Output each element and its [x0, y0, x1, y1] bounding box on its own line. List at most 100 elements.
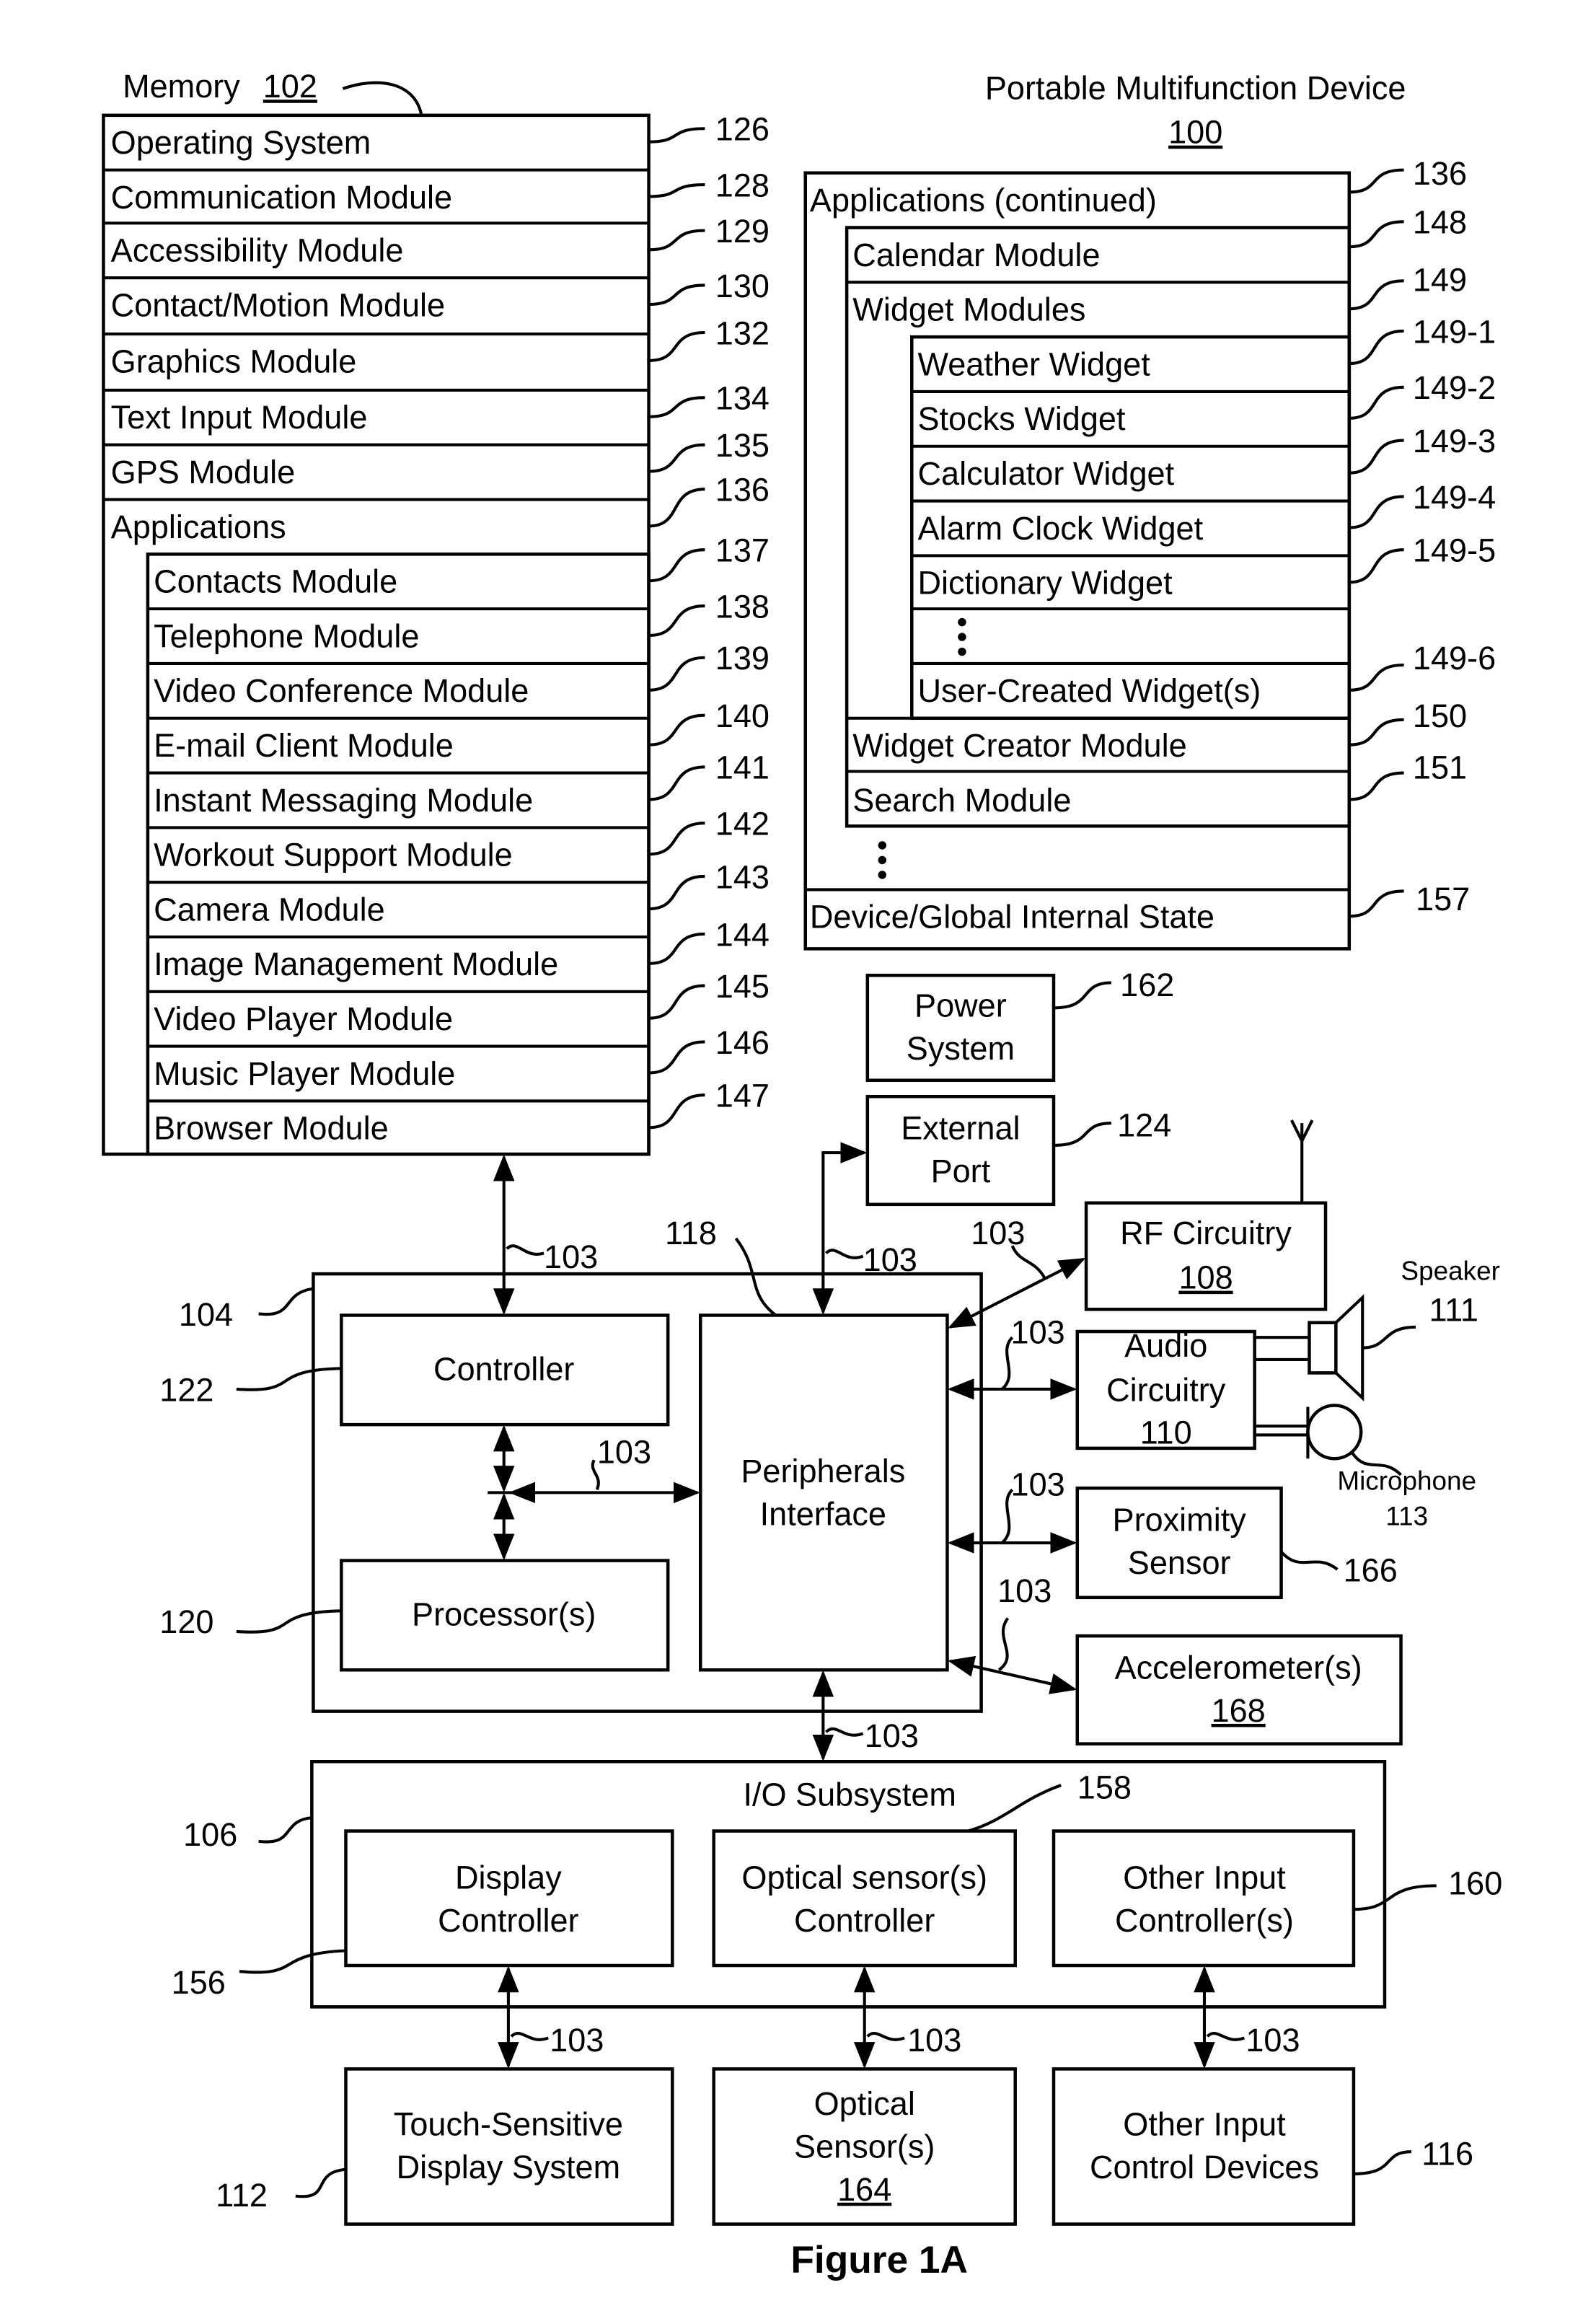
ref-111: 111 — [1429, 1292, 1478, 1329]
app-module-label: Image Management Module — [154, 946, 558, 982]
leader — [648, 713, 705, 747]
widget-creator-label: Widget Creator Module — [852, 727, 1186, 764]
widget-ref: 149-1 — [1413, 313, 1496, 350]
app-module-ref: 142 — [715, 806, 770, 842]
external-port: External Port 124 — [865, 1095, 1171, 1207]
leader — [648, 1040, 705, 1075]
ellipsis-icon — [958, 617, 966, 656]
bus-ref: 103 — [544, 1238, 598, 1275]
internal-state-label: Device/Global Internal State — [810, 899, 1214, 936]
ref-149-6: 149-6 — [1413, 640, 1496, 677]
ref-136b: 136 — [1413, 155, 1467, 192]
user-widget-label: User-Created Widget(s) — [917, 672, 1261, 709]
memory-row-ref: 126 — [715, 111, 770, 148]
proximity-line2: Sensor — [1128, 1544, 1231, 1581]
ref-160: 160 — [1448, 1865, 1502, 1902]
apps-continued-label: Applications (continued) — [810, 182, 1157, 219]
optical-ctrl-line1: Optical sensor(s) — [741, 1859, 987, 1896]
ref-104: 104 — [179, 1296, 233, 1333]
leader-151 — [1349, 771, 1404, 801]
leader — [1349, 385, 1404, 420]
proximity-line1: Proximity — [1113, 1502, 1247, 1538]
memory-row-ref: 128 — [715, 167, 770, 204]
leader-157 — [1349, 889, 1404, 918]
peripherals-line1: Peripherals — [741, 1453, 905, 1489]
other-devices-line2: Control Devices — [1090, 2149, 1319, 2185]
memory-leader — [342, 81, 423, 115]
memory-row-ref: 135 — [715, 427, 770, 464]
app-module-ref: 145 — [715, 968, 770, 1005]
leader — [648, 283, 705, 307]
app-module-label: Workout Support Module — [154, 837, 513, 873]
external-port-line1: External — [901, 1110, 1020, 1147]
leader — [648, 984, 705, 1020]
bus-ref: 103 — [997, 1572, 1051, 1609]
processor-label: Processor(s) — [412, 1596, 596, 1633]
memory-ref: 102 — [263, 68, 317, 105]
power-system: Power System 162 — [865, 967, 1174, 1082]
apps-continued-box — [803, 171, 1352, 951]
leader — [1349, 439, 1404, 475]
app-module-ref: 138 — [715, 588, 770, 625]
leader — [648, 765, 705, 801]
bus-ref: 103 — [1011, 1466, 1065, 1502]
speaker-label: Speaker — [1401, 1256, 1500, 1285]
memory-row-ref: 129 — [715, 213, 770, 250]
display-ctrl-line2: Controller — [438, 1902, 578, 1939]
leader — [648, 604, 705, 638]
bus-squiggle — [506, 1244, 545, 1256]
io-subsystem: I/O Subsystem 106 Display Controller 156… — [172, 1760, 1502, 2009]
widget-ref: 149-4 — [1413, 479, 1496, 516]
display-controller-box — [344, 1829, 674, 1968]
memory-title: Memory — [123, 68, 240, 105]
bus-ref: 103 — [1246, 2022, 1300, 2059]
leader — [648, 396, 705, 418]
accelerometer-num: 168 — [1212, 1692, 1266, 1729]
bus-squiggle — [824, 1249, 864, 1259]
controller-label: Controller — [433, 1351, 574, 1388]
memory-row-label: Accessibility Module — [111, 232, 404, 269]
bus-ref: 103 — [597, 1433, 651, 1470]
device-ref: 100 — [1168, 114, 1222, 151]
app-module-ref: 144 — [715, 916, 770, 953]
microphone-icon — [1254, 1404, 1402, 1476]
audio-num: 110 — [1140, 1414, 1192, 1451]
app-module-label: Video Conference Module — [154, 672, 529, 709]
widget-label: Stocks Widget — [917, 400, 1125, 437]
bus-ref: 103 — [1011, 1313, 1065, 1350]
app-module-ref: 141 — [715, 749, 770, 786]
power-line1: Power — [914, 987, 1007, 1024]
device-title: Portable Multifunction Device — [985, 69, 1406, 106]
ref-118: 118 — [665, 1215, 717, 1251]
bus-ref: 103 — [971, 1215, 1025, 1251]
leader — [1349, 495, 1404, 529]
optical-sensor-line1: Optical — [814, 2085, 915, 2122]
memory-block: Memory 102 Operating System 126 Communicat… — [102, 68, 770, 1156]
app-module-ref: 146 — [715, 1024, 770, 1061]
leader — [648, 1093, 705, 1130]
leader-148 — [1349, 220, 1404, 249]
optical-sensor-line2: Sensor(s) — [794, 2128, 935, 2165]
bus-squiggle — [824, 1727, 864, 1737]
memory-row-label: GPS Module — [111, 454, 295, 490]
block-diagram: Memory 102 Operating System 126 Communicat… — [102, 68, 1502, 2281]
app-module-ref: 140 — [715, 697, 770, 734]
leader — [648, 127, 705, 144]
audio-line2: Circuitry — [1106, 1371, 1226, 1408]
memory-row-ref: 132 — [715, 314, 770, 351]
app-module-label: Music Player Module — [154, 1055, 455, 1092]
ref-166: 166 — [1344, 1551, 1398, 1588]
external-port-line2: Port — [931, 1153, 991, 1189]
ref-106: 106 — [183, 1816, 237, 1853]
app-module-ref: 147 — [715, 1078, 770, 1114]
other-ctrl-line2: Controller(s) — [1115, 1902, 1294, 1939]
leader — [648, 822, 705, 856]
memory-row-label: Contact/Motion Module — [111, 286, 445, 323]
search-module-label: Search Module — [852, 782, 1071, 819]
bus-ref: 103 — [865, 1717, 919, 1754]
display-ctrl-line1: Display — [455, 1859, 562, 1896]
ref-162: 162 — [1120, 967, 1174, 1003]
other-ctrl-line1: Other Input — [1123, 1859, 1286, 1896]
audio-line1: Audio — [1124, 1327, 1207, 1364]
leader — [648, 874, 705, 911]
